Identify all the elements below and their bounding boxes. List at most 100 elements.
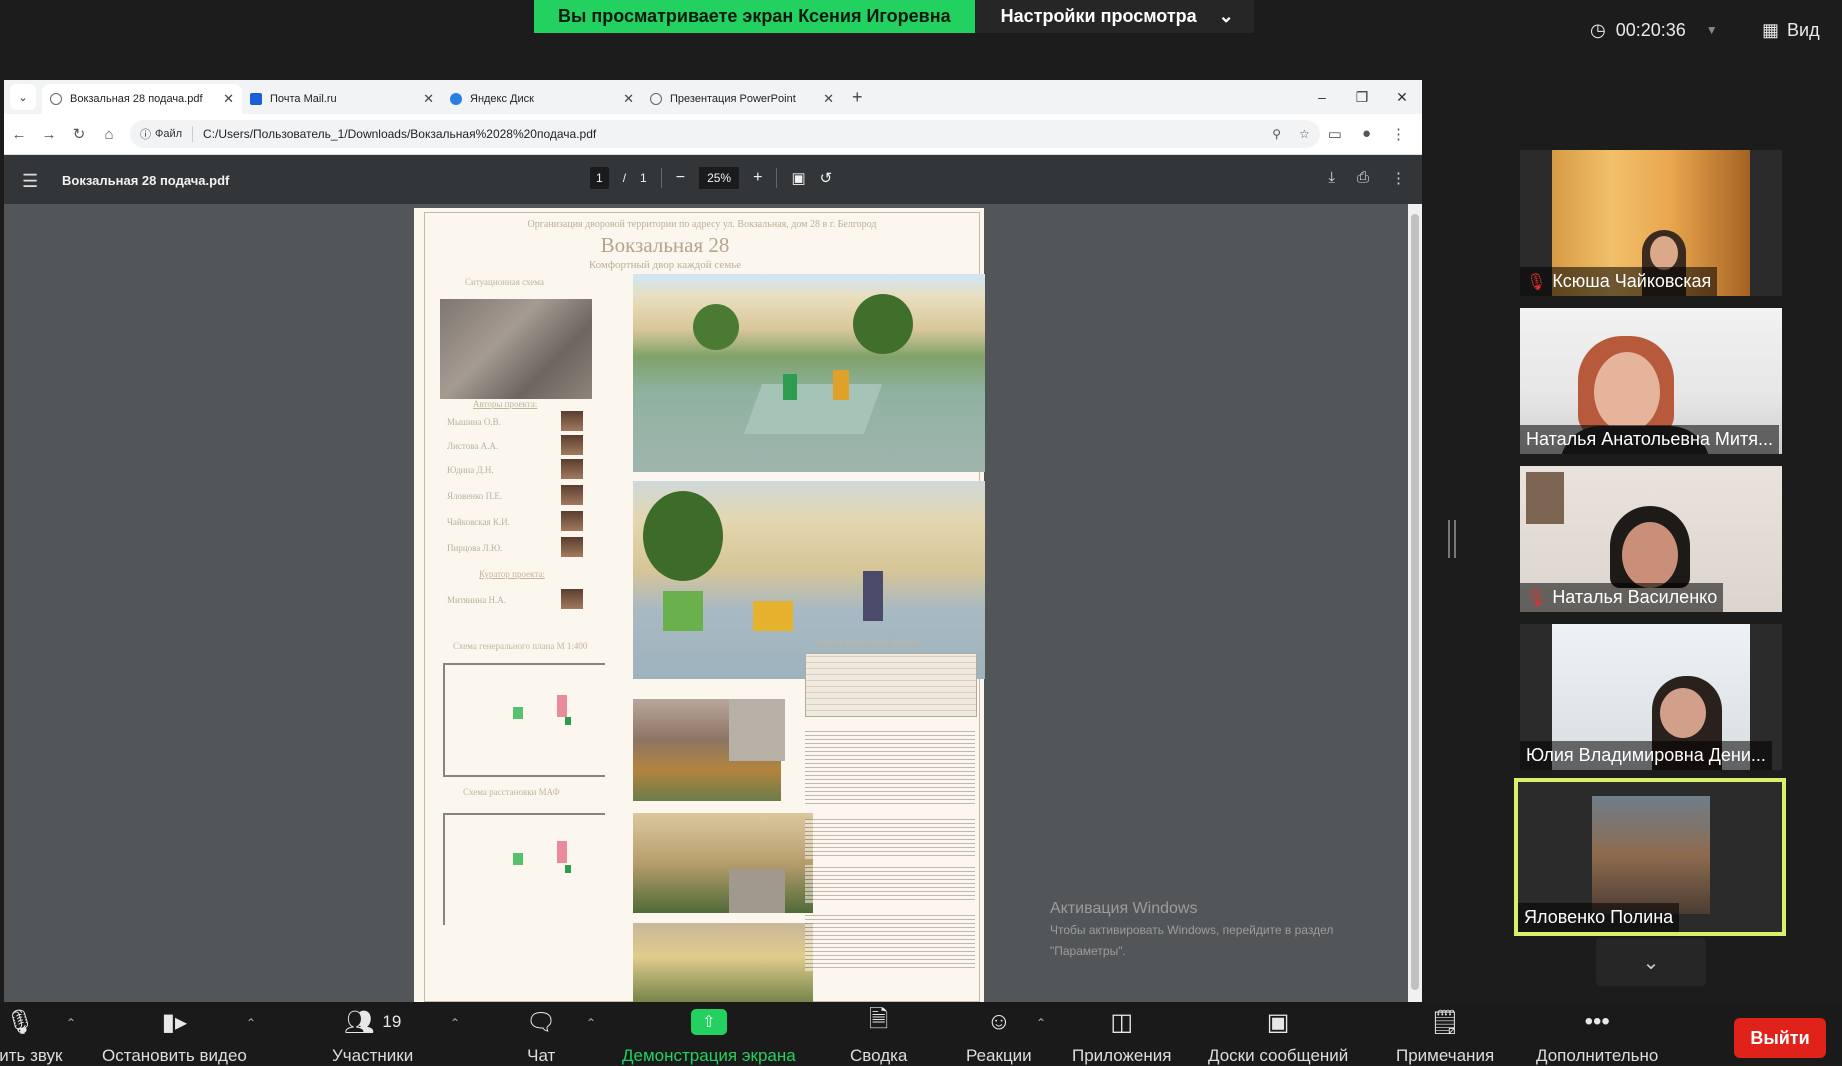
grid-icon: ▦ xyxy=(1762,19,1780,40)
scroll-thumb[interactable] xyxy=(1411,214,1419,990)
browser-menu-icon[interactable]: ⋮ xyxy=(1391,125,1406,143)
share-label: Демонстрация экрана xyxy=(622,1046,796,1065)
mic-muted-icon: 🎙︎ xyxy=(1526,273,1547,291)
plan-label: Схема генерального плана М 1:400 xyxy=(453,641,588,651)
participant-name-tag: Юлия Владимировна Дени... xyxy=(1520,741,1772,770)
participant-name: Ксюша Чайковская xyxy=(1552,271,1712,291)
zoom-out-icon[interactable]: − xyxy=(676,169,685,187)
situation-map-image xyxy=(440,299,592,399)
zoom-input[interactable]: 25% xyxy=(699,167,740,189)
author-photo xyxy=(561,537,583,557)
fit-page-icon[interactable]: ▣ xyxy=(791,169,805,187)
audio-options-caret-icon[interactable]: ⌃ xyxy=(66,1016,76,1030)
apps-button[interactable]: ◫ Приложения xyxy=(1072,1002,1171,1066)
divider xyxy=(776,168,778,188)
reactions-button[interactable]: ☺ Реакции xyxy=(966,1002,1032,1066)
active-speaker-video[interactable]: Яловенко Полина xyxy=(1514,778,1786,936)
close-icon[interactable]: ✕ xyxy=(423,91,434,107)
tab-search-icon[interactable]: ⌄ xyxy=(10,84,36,110)
participants-button[interactable]: 👥︎ 19 Участники xyxy=(332,1002,413,1066)
zoom-in-icon[interactable]: + xyxy=(753,169,762,187)
view-button[interactable]: ▦ Вид xyxy=(1762,14,1820,46)
render-image-courtyard xyxy=(633,274,985,472)
description-text-block xyxy=(805,865,975,903)
close-icon[interactable]: ✕ xyxy=(223,91,234,107)
summary-button[interactable]: 🗎︎ Сводка xyxy=(850,1002,907,1066)
url-input[interactable]: ⓘ Файл C:/Users/Пользователь_1/Downloads… xyxy=(130,120,1320,148)
close-icon[interactable]: ✕ xyxy=(823,91,834,107)
profile-icon[interactable]: ● xyxy=(1362,125,1371,143)
video-camera-icon: ▮▸ xyxy=(161,1008,188,1036)
menu-icon[interactable]: ☰ xyxy=(22,171,38,192)
site-info-chip[interactable]: ⓘ Файл xyxy=(140,126,194,142)
clock-icon: ◷ xyxy=(1590,19,1606,40)
window-controls: – ❐ ✕ xyxy=(1302,80,1422,114)
participant-video[interactable]: Юлия Владимировна Дени... xyxy=(1520,624,1782,770)
print-icon[interactable]: ⎙ xyxy=(1357,169,1369,187)
tab-mail[interactable]: Почта Mail.ru ✕ xyxy=(242,84,442,114)
rotate-icon[interactable]: ↺ xyxy=(820,169,833,187)
reload-icon[interactable]: ↻ xyxy=(64,125,94,143)
participants-label: Участники xyxy=(332,1046,414,1065)
description-text-block xyxy=(805,819,975,859)
address-bar: ← → ↻ ⌂ ⓘ Файл C:/Users/Пользователь_1/D… xyxy=(4,114,1422,155)
restore-icon[interactable]: ❐ xyxy=(1342,80,1382,114)
chat-button[interactable]: 🗨︎ Чат xyxy=(526,1002,556,1066)
page-number-input[interactable]: 1 xyxy=(590,167,609,189)
tab-pdf[interactable]: Вокзальная 28 подача.pdf ✕ xyxy=(42,84,242,114)
participant-video[interactable]: 🎙︎ Ксюша Чайковская xyxy=(1520,150,1782,296)
pdf-file-title: Вокзальная 28 подача.pdf xyxy=(62,172,230,188)
forward-icon[interactable]: → xyxy=(34,126,64,143)
extensions-icon[interactable]: ▭ xyxy=(1328,125,1342,143)
tab-label: Почта Mail.ru xyxy=(270,93,337,105)
pdf-scrollbar[interactable] xyxy=(1408,204,1422,1002)
chat-icon: 🗨︎ xyxy=(526,1008,557,1036)
author-photo xyxy=(561,411,583,431)
back-icon[interactable]: ← xyxy=(4,126,34,143)
authors-label: Авторы проекта: xyxy=(473,399,538,409)
close-window-icon[interactable]: ✕ xyxy=(1382,80,1422,114)
home-icon[interactable]: ⌂ xyxy=(94,126,124,143)
pdf-page-controls: 1 / 1 − 25% + ▣ ↺ xyxy=(590,167,832,189)
author-photo xyxy=(561,459,583,479)
new-tab-icon[interactable]: + xyxy=(852,87,863,108)
share-screen-button[interactable]: ⇧ Демонстрация экрана xyxy=(622,1002,796,1066)
page-separator: / xyxy=(622,171,627,185)
bookmark-star-icon[interactable]: ☆ xyxy=(1299,127,1310,141)
participant-video[interactable]: Наталья Анатольевна Митя... xyxy=(1520,308,1782,454)
view-settings-button[interactable]: Настройки просмотра ⌄ xyxy=(974,0,1254,33)
more-label: Дополнительно xyxy=(1536,1046,1659,1065)
participant-video[interactable]: 🎙︎ Наталья Василенко xyxy=(1520,466,1782,612)
more-options-icon[interactable]: ⋮ xyxy=(1391,169,1406,187)
notes-button[interactable]: 🗒︎ Примечания xyxy=(1396,1002,1494,1066)
video-label: Остановить видео xyxy=(102,1046,247,1065)
panel-resize-handle[interactable] xyxy=(1448,520,1456,558)
poster-title: Вокзальная 28 xyxy=(600,233,730,257)
pdf-viewer[interactable]: Организация дворовой территории по адрес… xyxy=(4,204,1422,1002)
mail-icon xyxy=(250,93,262,105)
meeting-timer[interactable]: ◷ 00:20:36 ▼ xyxy=(1590,12,1718,48)
close-icon[interactable]: ✕ xyxy=(623,91,634,107)
tab-powerpoint[interactable]: Презентация PowerPoint ✕ xyxy=(642,84,842,114)
curator-photo xyxy=(561,589,583,609)
more-button[interactable]: ••• Дополнительно xyxy=(1536,1002,1658,1066)
curator-label: Куратор проекта: xyxy=(479,569,545,579)
participant-name: Наталья Василенко xyxy=(1552,587,1718,607)
activation-line: "Параметры". xyxy=(1050,944,1126,958)
boards-button[interactable]: ▣ Доски сообщений xyxy=(1208,1002,1348,1066)
mute-button[interactable]: 🎙︎ ючить звук xyxy=(0,1002,63,1066)
video-options-caret-icon[interactable]: ⌃ xyxy=(246,1016,256,1030)
tab-yandex-disk[interactable]: Яндекс Диск ✕ xyxy=(442,84,642,114)
leave-button[interactable]: Выйти xyxy=(1734,1018,1826,1058)
smiley-icon: ☺ xyxy=(986,1008,1012,1035)
zoom-icon[interactable]: ⚲ xyxy=(1272,127,1281,141)
notes-icon: 🗒︎ xyxy=(1429,1008,1461,1036)
boards-label: Доски сообщений xyxy=(1208,1046,1349,1065)
download-icon[interactable]: ⤓ xyxy=(1328,169,1335,187)
scroll-participants-down-button[interactable]: ⌄ xyxy=(1596,938,1706,986)
participants-options-caret-icon[interactable]: ⌃ xyxy=(450,1016,460,1030)
chat-options-caret-icon[interactable]: ⌃ xyxy=(586,1016,596,1030)
reactions-options-caret-icon[interactable]: ⌃ xyxy=(1036,1016,1046,1030)
stop-video-button[interactable]: ▮▸ Остановить видео xyxy=(102,1002,247,1066)
minimize-icon[interactable]: – xyxy=(1302,80,1342,114)
